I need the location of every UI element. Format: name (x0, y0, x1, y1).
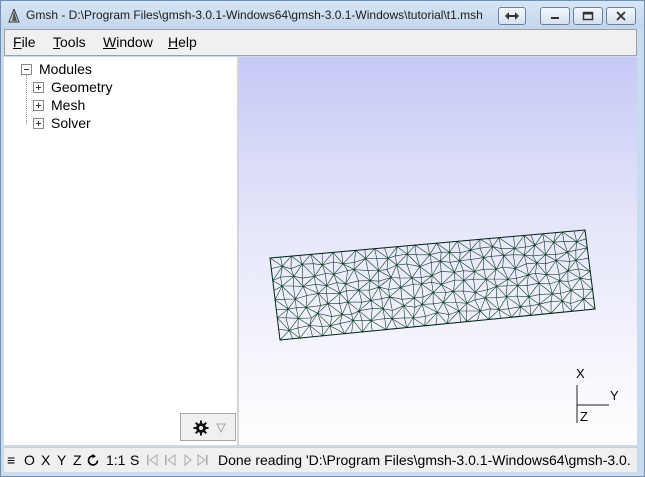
dropdown-arrow-icon (216, 423, 226, 433)
collapse-icon[interactable] (21, 64, 32, 75)
maximize-icon (582, 11, 594, 21)
tree-label-modules: Modules (39, 61, 92, 77)
rotate-icon[interactable] (87, 454, 100, 467)
scale-button[interactable]: 1:1 (106, 452, 125, 468)
graphics-viewport[interactable]: X Y Z (239, 57, 637, 445)
mesh-elements (269, 229, 596, 341)
options-gear-button[interactable] (180, 413, 236, 441)
expand-icon[interactable] (33, 82, 44, 93)
expand-icon[interactable] (33, 118, 44, 129)
view-y-button[interactable]: Y (57, 452, 66, 468)
tree-label-geometry: Geometry (51, 79, 113, 95)
close-button[interactable] (606, 7, 636, 25)
view-origin-button[interactable]: O (24, 452, 35, 468)
tree-label-solver: Solver (51, 115, 91, 131)
menu-file[interactable]: File (13, 34, 36, 50)
menu-help[interactable]: Help (168, 34, 197, 50)
window-title: Gmsh - D:\Program Files\gmsh-3.0.1-Windo… (26, 8, 483, 22)
prev-icon[interactable] (164, 453, 178, 467)
gear-icon (193, 420, 209, 436)
view-z-button[interactable]: Z (73, 452, 82, 468)
tree-connector (26, 75, 27, 125)
last-icon[interactable] (196, 453, 210, 467)
maximize-button[interactable] (573, 7, 603, 25)
minimize-button[interactable] (540, 7, 570, 25)
module-tree-panel: Modules Geometry Mesh Solver (4, 57, 238, 445)
menu-window[interactable]: Window (103, 34, 153, 50)
status-menu-icon[interactable]: ≡ (7, 452, 15, 468)
tree-label-mesh: Mesh (51, 97, 86, 113)
resize-icon (505, 12, 519, 20)
menu-tools[interactable]: Tools (53, 34, 86, 50)
gmsh-app-icon (8, 9, 20, 23)
first-icon[interactable] (146, 453, 158, 467)
resize-button[interactable] (498, 7, 526, 25)
s-button[interactable]: S (130, 452, 139, 468)
axis-label-y: Y (610, 388, 619, 403)
gmsh-window: Gmsh - D:\Program Files\gmsh-3.0.1-Windo… (0, 0, 645, 477)
axis-label-x: X (576, 366, 585, 381)
menu-bar: File Tools Window Help (4, 29, 637, 56)
play-icon[interactable] (183, 453, 193, 467)
title-bar[interactable]: Gmsh - D:\Program Files\gmsh-3.0.1-Windo… (1, 1, 644, 29)
minimize-icon (551, 17, 559, 19)
view-x-button[interactable]: X (41, 452, 50, 468)
status-message: Done reading 'D:\Program Files\gmsh-3.0.… (218, 452, 631, 468)
expand-icon[interactable] (33, 100, 44, 111)
close-icon (616, 11, 626, 21)
axis-label-z: Z (580, 409, 588, 424)
status-bar: ≡ O X Y Z 1:1 S Done reading 'D:\Program… (4, 447, 637, 472)
